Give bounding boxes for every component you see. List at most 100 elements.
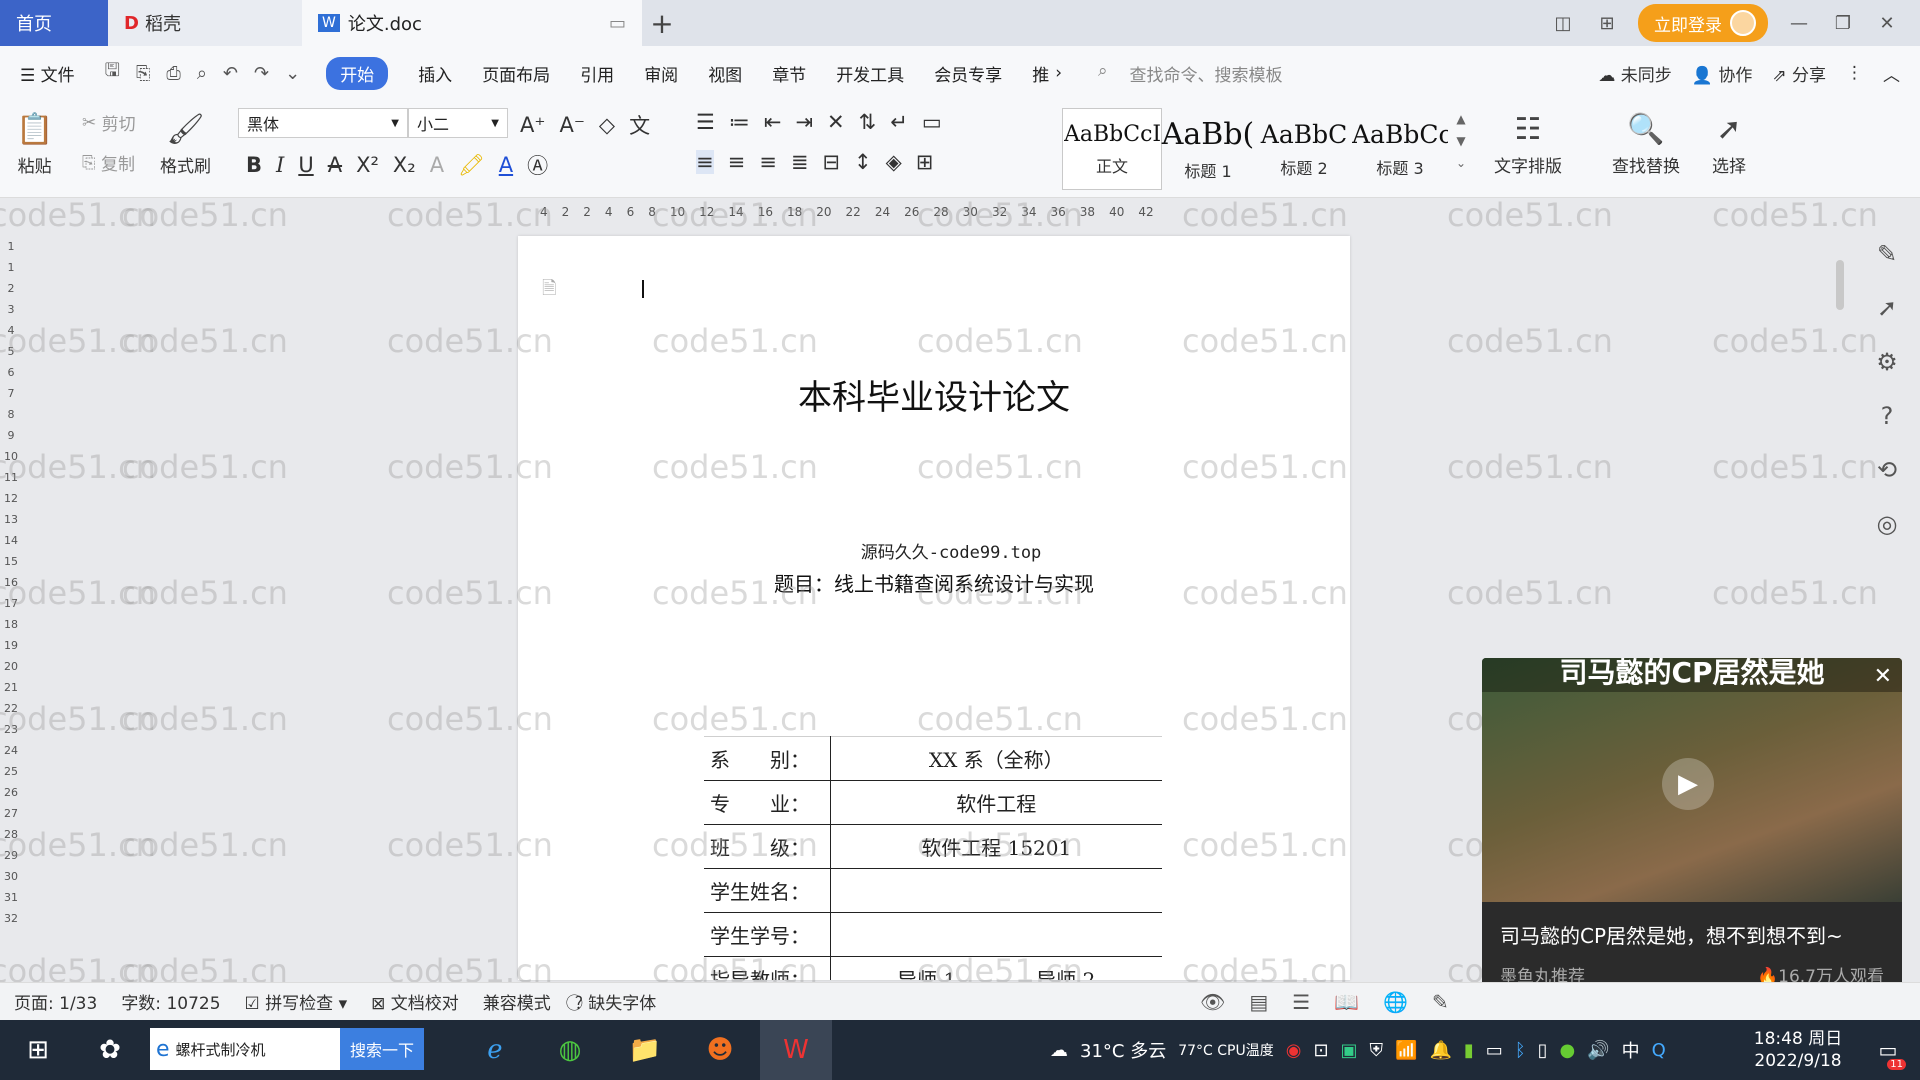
distribute-icon[interactable]: ⊟ (822, 150, 840, 174)
clock[interactable]: 18:48 周日 2022/9/18 (1748, 1028, 1848, 1072)
popup-caption[interactable]: 司马懿的CP居然是她，想不到想不到~ (1500, 920, 1843, 949)
gpu-icon[interactable]: ▮ (1464, 1040, 1474, 1061)
cut-button[interactable]: ✂ 剪切 (82, 110, 136, 136)
scroll-thumb[interactable] (1836, 260, 1844, 310)
wifi-icon[interactable]: 📶 (1395, 1040, 1417, 1061)
subscript-icon[interactable]: X₂ (393, 153, 416, 177)
horizontal-ruler[interactable]: 4 2 2 4 6 8 10 12 14 16 18 20 22 24 26 28 30 32 34 36 38 40 42 (540, 200, 1340, 224)
popup-close-icon[interactable]: ✕ (1874, 664, 1892, 689)
cpu-temp[interactable]: 77°C CPU温度 (1178, 1040, 1274, 1060)
increase-indent-icon[interactable]: ⇥ (795, 110, 813, 134)
format-painter-button[interactable]: 🖌 格式刷 (160, 106, 211, 178)
new-tab-button[interactable]: + (642, 0, 682, 46)
video-thumbnail[interactable]: 司马懿的CP居然是她 ▶ (1482, 658, 1902, 902)
collapse-ribbon-icon[interactable]: ︿ (1883, 61, 1900, 86)
menu-tab-member[interactable]: 会员专享 (934, 61, 1002, 86)
weather-icon[interactable]: ☁ (1050, 1040, 1068, 1061)
menu-tab-view[interactable]: 视图 (708, 61, 742, 86)
chevron-right-icon[interactable]: › (1055, 63, 1062, 83)
menu-tab-recommend[interactable]: 推 (1032, 61, 1049, 86)
menu-tab-references[interactable]: 引用 (580, 61, 614, 86)
spell-check-toggle[interactable]: ☑ 拼写检查 ▾ (245, 989, 348, 1014)
notification-center-icon[interactable]: ▭ 11 (1868, 1020, 1908, 1080)
align-left-icon[interactable]: ≡ (696, 150, 714, 174)
scroll-down-icon[interactable]: ▼ (1456, 134, 1465, 148)
style-scroll[interactable]: ▲ ▼ ⌄ (1456, 112, 1466, 170)
tray-app-icon[interactable]: ● (1560, 1040, 1576, 1061)
align-right-icon[interactable]: ≡ (759, 150, 777, 174)
tab-document[interactable]: W 论文.doc ▭ (302, 0, 642, 46)
preview-icon[interactable]: ⌕ (197, 63, 207, 84)
style-heading-2[interactable]: AaBbC 标题 2 (1254, 108, 1354, 190)
shrink-font-icon[interactable]: A⁻ (559, 113, 584, 137)
justify-icon[interactable]: ≣ (791, 150, 809, 174)
pinwheel-app-icon[interactable]: ✿ (86, 1020, 134, 1080)
find-replace-button[interactable]: 🔍 查找替换 (1612, 106, 1680, 178)
font-size-select[interactable]: 小二 ▼ (408, 108, 508, 138)
menu-tab-layout[interactable]: 页面布局 (482, 61, 550, 86)
select-button[interactable]: ➚ 选择 (1712, 106, 1746, 178)
wps-app-icon[interactable]: W (760, 1020, 832, 1080)
pen-icon[interactable]: ✎ (1877, 240, 1897, 268)
pointer-icon[interactable]: ➚ (1877, 294, 1897, 322)
qq-icon[interactable]: Q (1652, 1040, 1666, 1061)
ie-browser-icon[interactable]: ℯ (470, 1020, 520, 1080)
style-more-icon[interactable]: ⌄ (1456, 156, 1466, 170)
volume-icon[interactable]: 🔊 (1587, 1040, 1609, 1061)
font-color-icon[interactable]: A (499, 153, 513, 177)
backup-icon[interactable]: ⟲ (1877, 456, 1897, 484)
video-ad-popup[interactable]: 司马懿的CP居然是她 ▶ ✕ 司马懿的CP居然是她，想不到想不到~ 墨鱼丸推荐 … (1482, 658, 1902, 994)
tray-app-icon[interactable]: ⊡ (1313, 1040, 1328, 1061)
document-page[interactable]: 🗎 本科毕业设计论文 源码久久-code99.top 题目：线上书籍查阅系统设计… (518, 236, 1350, 980)
share-button[interactable]: ⇗ 分享 (1772, 61, 1826, 86)
windows-start-icon[interactable]: ⊞ (14, 1020, 62, 1080)
restore-icon[interactable]: ❐ (1830, 13, 1856, 34)
strikethrough-icon[interactable]: A (328, 153, 342, 177)
taskbar-search[interactable]: e 螺杆式制冷机 搜索一下 (150, 1028, 424, 1070)
print-icon[interactable]: ⎙ (166, 63, 180, 84)
minimize-icon[interactable]: — (1786, 13, 1812, 34)
menu-tab-chapter[interactable]: 章节 (772, 61, 806, 86)
paragraph-icon[interactable]: 🗎 (542, 276, 556, 306)
360-browser-icon[interactable]: ◍ (545, 1020, 595, 1080)
help-icon[interactable]: ? (1881, 402, 1894, 430)
highlight-icon[interactable]: 🖍 (458, 153, 485, 178)
adjust-icon[interactable]: ⚙ (1876, 348, 1898, 376)
decrease-indent-icon[interactable]: ⇤ (764, 110, 782, 134)
text-layout-button[interactable]: ☷ 文字排版 (1494, 106, 1562, 178)
monitor-icon[interactable]: ▭ (609, 13, 626, 34)
menu-tab-home[interactable]: 开始 (326, 56, 389, 90)
chinese-layout-icon[interactable]: ✕ (827, 110, 845, 134)
font-name-select[interactable]: 黑体 ▼ (238, 108, 408, 138)
text-effect-icon[interactable]: A (430, 153, 444, 177)
close-icon[interactable]: ✕ (1874, 13, 1900, 34)
battery-icon[interactable]: ▭ (1486, 1040, 1503, 1061)
style-heading-1[interactable]: AaBb( 标题 1 (1158, 108, 1258, 190)
clear-format-icon[interactable]: ◇ (599, 113, 615, 137)
grow-font-icon[interactable]: A⁺ (520, 113, 545, 137)
more-icon[interactable]: ⋮ (1846, 63, 1863, 83)
command-search[interactable]: ⌕ 查找命令、搜索模板 (1098, 61, 1283, 86)
web-view-icon[interactable]: 🌐 (1383, 990, 1408, 1014)
char-border-icon[interactable]: Ⓐ (527, 150, 548, 180)
read-view-icon[interactable]: 📖 (1334, 990, 1359, 1014)
vertical-ruler[interactable]: 1 1 2 3 4 5 6 7 8 9 10 11 12 13 14 15 16 17 18 19 20 21 22 23 24… (0, 240, 22, 980)
copy-button[interactable]: ⎘ 复制 (82, 150, 135, 176)
bell-icon[interactable]: 🔔 (1429, 1040, 1451, 1061)
customize-dropdown-icon[interactable]: ⌄ (285, 63, 300, 84)
sort-icon[interactable]: ⇅ (859, 110, 877, 134)
collab-button[interactable]: 👤 协作 (1692, 61, 1753, 86)
bluetooth-icon[interactable]: ᛒ (1515, 1040, 1526, 1061)
file-explorer-icon[interactable]: 📁 (620, 1020, 670, 1080)
weather-text[interactable]: 31°C 多云 (1080, 1037, 1166, 1063)
redo-icon[interactable]: ↷ (254, 63, 269, 84)
page-view-icon[interactable]: ▤ (1249, 990, 1268, 1014)
write-view-icon[interactable]: ✎ (1432, 990, 1449, 1014)
undo-icon[interactable]: ↶ (223, 63, 238, 84)
bullet-list-icon[interactable]: ☰ (696, 110, 715, 134)
show-marks-icon[interactable]: ↵ (890, 110, 908, 134)
word-count[interactable]: 字数: 10725 (121, 989, 220, 1014)
layout-icon[interactable]: ◫ (1550, 13, 1576, 34)
shading-icon[interactable]: ◈ (886, 150, 902, 174)
line-spacing-icon[interactable]: ↕ (854, 150, 872, 174)
